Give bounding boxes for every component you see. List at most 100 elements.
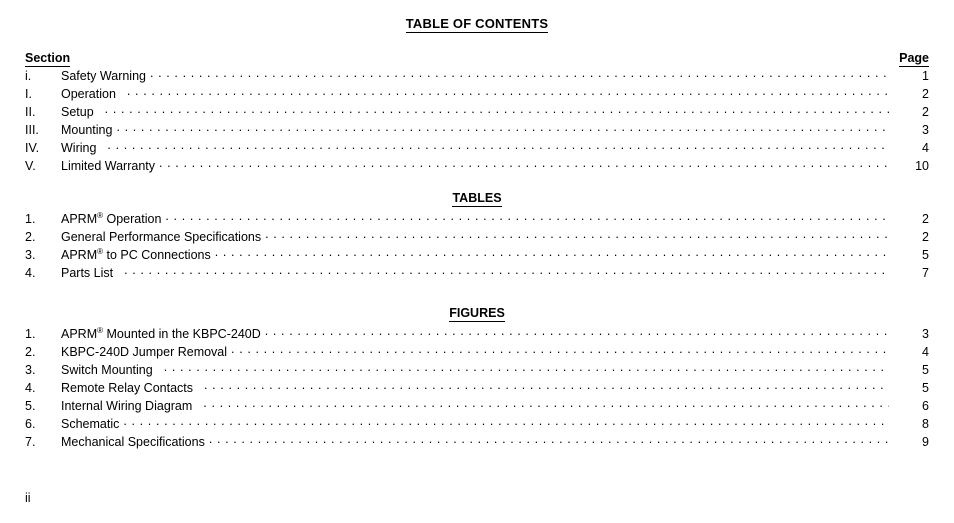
toc-entry-page-number: 6	[922, 399, 929, 413]
toc-entry-row[interactable]: I. Operation 2	[25, 84, 929, 102]
toc-entry-number: 4.	[25, 266, 36, 280]
toc-entry-page-number: 4	[922, 345, 929, 359]
toc-entry-label-text: Parts List	[61, 266, 114, 280]
toc-entry-label: Internal Wiring Diagram	[61, 397, 203, 415]
toc-entry-row[interactable]: i. Safety Warning 1	[25, 66, 929, 84]
toc-entry-page-number: 3	[922, 123, 929, 137]
toc-dot-leader	[107, 138, 889, 152]
toc-entry-row[interactable]: 4. Remote Relay Contacts 5	[25, 378, 929, 396]
toc-dot-leader	[203, 396, 889, 410]
toc-entry-row[interactable]: 3. Switch Mounting 5	[25, 360, 929, 378]
page-column-header-text: Page	[899, 51, 929, 67]
tables-heading: TABLES	[25, 191, 929, 207]
toc-entry-label: Mounting	[61, 121, 116, 139]
page-title: TABLE OF CONTENTS	[25, 16, 929, 33]
toc-entry-row[interactable]: 3. APRM® to PC Connections 5	[25, 245, 929, 263]
toc-entry-number: II.	[25, 105, 36, 119]
toc-entry-label: KBPC-240D Jumper Removal	[61, 343, 231, 361]
toc-entry-number: 5.	[25, 399, 36, 413]
figures-toc-list: 1. APRM® Mounted in the KBPC-240D 3 2. KBPC-…	[25, 324, 929, 450]
toc-entry-page-number: 5	[922, 248, 929, 262]
toc-entry-row[interactable]: 4. Parts List 7	[25, 263, 929, 281]
toc-entry-label: APRM® to PC Connections	[61, 246, 215, 264]
toc-entry-number: 6.	[25, 417, 36, 431]
toc-entry-label-text: Wiring	[61, 141, 97, 155]
toc-entry-row[interactable]: 1. APRM® Operation 2	[25, 209, 929, 227]
section-column-header-text: Section	[25, 51, 71, 67]
toc-entry-page-number: 5	[922, 381, 929, 395]
toc-entry-label-text: APRM	[61, 212, 98, 226]
toc-entry-page-number: 1	[922, 69, 929, 83]
toc-entry-label-text: Remote Relay Contacts	[61, 381, 194, 395]
toc-entry-number: i.	[25, 69, 32, 83]
toc-entry-page-number: 5	[922, 363, 929, 377]
toc-entry-number: 7.	[25, 435, 36, 449]
toc-entry-label: Mechanical Specifications	[61, 433, 209, 451]
toc-entry-label-text: Setup	[61, 105, 94, 119]
toc-entry-label: Setup	[61, 103, 105, 121]
toc-entry-label-text: Mechanical Specifications	[61, 435, 205, 449]
toc-entry-row[interactable]: 7. Mechanical Specifications 9	[25, 432, 929, 450]
toc-entry-label-text: Limited Warranty	[61, 159, 156, 173]
toc-entry-row[interactable]: 6. Schematic 8	[25, 414, 929, 432]
toc-entry-label: Operation	[61, 85, 127, 103]
toc-entry-row[interactable]: 2. KBPC-240D Jumper Removal 4	[25, 342, 929, 360]
toc-entry-label-text: KBPC-240D Jumper Removal	[61, 345, 228, 359]
toc-entry-page-number: 10	[915, 159, 929, 173]
toc-entry-page-number: 3	[922, 327, 929, 341]
toc-entry-number: I.	[25, 87, 32, 101]
toc-dot-leader	[159, 156, 889, 170]
toc-entry-label-text: Operation	[61, 87, 116, 101]
toc-entry-row[interactable]: V. Limited Warranty 10	[25, 156, 929, 174]
toc-entry-label-text: Safety Warning	[61, 69, 146, 83]
toc-dot-leader	[127, 84, 889, 98]
toc-entry-row[interactable]: 2. General Performance Specifications 2	[25, 227, 929, 245]
toc-entry-row[interactable]: IV. Wiring 4	[25, 138, 929, 156]
toc-entry-label-suffix: to PC Connections	[103, 248, 211, 262]
spacer-before-tables	[25, 174, 929, 191]
document-page: TABLE OF CONTENTS Section Page i. Safety …	[0, 16, 954, 523]
toc-entry-label: Remote Relay Contacts	[61, 379, 204, 397]
toc-entry-label: APRM® Mounted in the KBPC-240D	[61, 325, 265, 343]
toc-entry-number: IV.	[25, 141, 40, 155]
toc-entry-number: III.	[25, 123, 39, 137]
toc-dot-leader	[116, 120, 889, 134]
sections-toc-list: i. Safety Warning 1I. Operation 2 II. Setup 2 II…	[25, 66, 929, 174]
toc-entry-number: 2.	[25, 230, 36, 244]
toc-dot-leader	[231, 342, 889, 356]
toc-entry-label-text: APRM	[61, 248, 98, 262]
toc-entry-number: 1.	[25, 327, 36, 341]
toc-entry-number: V.	[25, 159, 36, 173]
toc-dot-leader	[105, 102, 889, 116]
toc-entry-label: Schematic	[61, 415, 123, 433]
toc-entry-label-text: Mounting	[61, 123, 113, 137]
toc-entry-row[interactable]: 5. Internal Wiring Diagram 6	[25, 396, 929, 414]
toc-entry-row[interactable]: II. Setup 2	[25, 102, 929, 120]
toc-entry-page-number: 4	[922, 141, 929, 155]
toc-entry-number: 3.	[25, 248, 36, 262]
toc-dot-leader	[215, 245, 889, 259]
toc-entry-label: Safety Warning	[61, 67, 150, 85]
toc-entry-label-text: Switch Mounting	[61, 363, 153, 377]
tables-toc-list: 1. APRM® Operation 2 2. General Performance …	[25, 209, 929, 281]
toc-entry-label: Limited Warranty	[61, 157, 159, 175]
toc-entry-number: 4.	[25, 381, 36, 395]
toc-dot-leader	[204, 378, 889, 392]
toc-entry-label: Parts List	[61, 264, 124, 282]
toc-entry-label: Wiring	[61, 139, 107, 157]
page-column-header: Page	[899, 51, 929, 67]
toc-dot-leader	[164, 360, 889, 374]
toc-dot-leader	[124, 263, 889, 277]
toc-entry-page-number: 9	[922, 435, 929, 449]
toc-dot-leader	[265, 324, 889, 338]
toc-entry-page-number: 2	[922, 87, 929, 101]
toc-entry-page-number: 2	[922, 212, 929, 226]
toc-dot-leader	[165, 209, 889, 223]
toc-entry-row[interactable]: III. Mounting 3	[25, 120, 929, 138]
page-title-text: TABLE OF CONTENTS	[405, 16, 549, 33]
toc-entry-number: 3.	[25, 363, 36, 377]
toc-entry-row[interactable]: 1. APRM® Mounted in the KBPC-240D 3	[25, 324, 929, 342]
toc-dot-leader	[150, 66, 889, 80]
toc-entry-label-suffix: Operation	[103, 212, 162, 226]
spacer-before-figures	[25, 281, 929, 306]
